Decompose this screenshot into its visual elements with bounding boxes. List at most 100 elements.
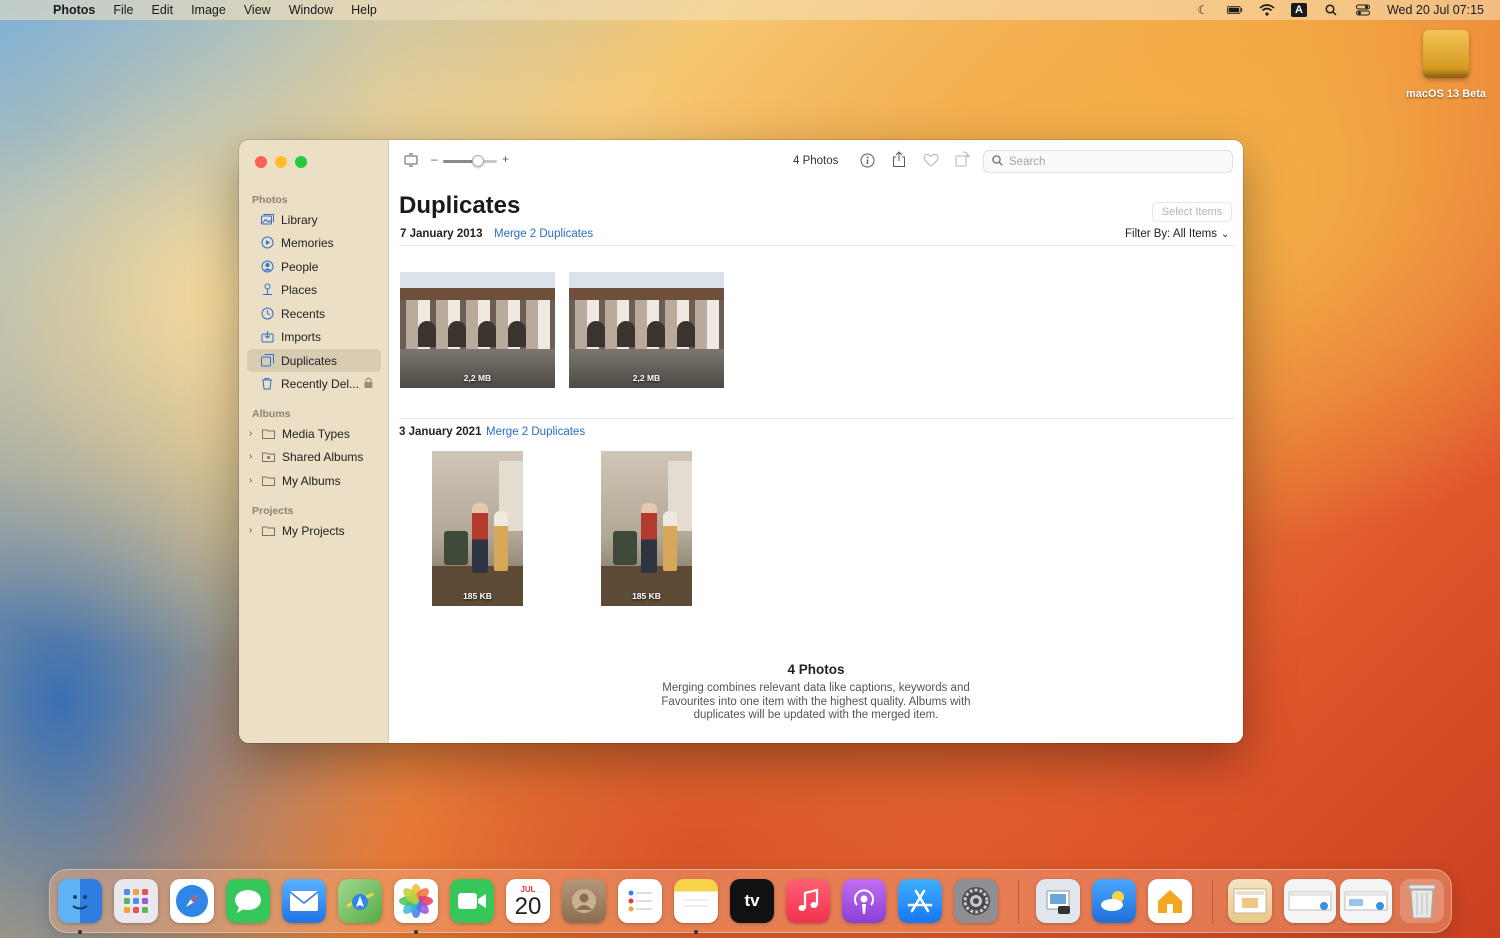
wifi-icon[interactable] (1259, 4, 1275, 16)
zoom-slider[interactable] (443, 155, 497, 167)
merge-duplicates-link[interactable]: Merge 2 Duplicates (494, 228, 593, 240)
menu-file[interactable]: File (104, 3, 142, 17)
sidebar-item-recents[interactable]: Recents (247, 302, 381, 325)
minimized-window-icon[interactable] (1340, 879, 1392, 923)
launchpad-icon[interactable] (114, 879, 158, 923)
sidebar-item-people[interactable]: People (247, 255, 381, 278)
battery-icon[interactable] (1226, 4, 1243, 16)
disclosure-chevron-icon[interactable]: › (249, 475, 259, 486)
photo-thumbnail[interactable]: 2,2 MB (569, 272, 724, 388)
file-size-label: 185 KB (463, 591, 492, 601)
minimize-button[interactable] (275, 156, 287, 168)
home-icon[interactable] (1148, 879, 1192, 923)
notes-icon[interactable] (674, 879, 718, 923)
photo-thumbnail[interactable]: 185 KB (601, 451, 692, 606)
favourite-heart-icon[interactable] (923, 153, 939, 170)
menu-edit[interactable]: Edit (143, 3, 183, 17)
reminders-icon[interactable] (618, 879, 662, 923)
sidebar-item-my-projects[interactable]: › My Projects (247, 519, 381, 542)
zoom-in-label[interactable]: + (502, 152, 509, 166)
main-content: – + 4 Photos Search Duplicates Select It… (389, 140, 1243, 743)
zoom-button[interactable] (295, 156, 307, 168)
zoom-out-label[interactable]: – (431, 152, 438, 166)
sidebar-item-my-albums[interactable]: › My Albums (247, 469, 381, 492)
footer-description: Merging combines relevant data like capt… (661, 682, 971, 721)
desktop-disk[interactable]: macOS 13 Beta (1400, 30, 1492, 100)
hard-drive-icon[interactable] (1423, 30, 1469, 78)
photo-detail (663, 511, 677, 571)
safari-icon[interactable] (170, 879, 214, 923)
running-indicator (414, 930, 418, 934)
photo-detail (448, 320, 466, 347)
minimized-window-icon[interactable] (1228, 879, 1272, 923)
search-input[interactable] (1009, 155, 1209, 168)
minimized-window-icon[interactable] (1284, 879, 1336, 923)
sidebar-item-memories[interactable]: Memories (247, 231, 381, 254)
chevron-down-icon: ⌄ (1221, 229, 1230, 240)
disclosure-chevron-icon[interactable]: › (249, 525, 259, 536)
zoom-slider-knob[interactable] (472, 155, 485, 167)
input-source-icon[interactable]: A (1290, 3, 1307, 17)
sidebar-section-projects: Projects (252, 505, 294, 517)
mail-icon[interactable] (282, 879, 326, 923)
menu-view[interactable]: View (235, 3, 280, 17)
menu-help[interactable]: Help (342, 3, 386, 17)
sidebar-item-imports[interactable]: Imports (247, 325, 381, 348)
trash-bin-icon[interactable] (1400, 879, 1444, 923)
sidebar-item-duplicates[interactable]: Duplicates (247, 349, 381, 372)
sidebar-item-shared-albums[interactable]: › Shared Albums (247, 445, 381, 468)
messages-icon[interactable] (226, 879, 270, 923)
sidebar-item-label: People (281, 259, 319, 274)
select-items-button[interactable]: Select Items (1152, 202, 1232, 222)
disclosure-chevron-icon[interactable]: › (249, 428, 259, 439)
menu-photos[interactable]: Photos (44, 3, 104, 17)
sidebar-item-library[interactable]: Library (247, 208, 381, 231)
menu-window[interactable]: Window (280, 3, 342, 17)
info-icon[interactable] (860, 153, 875, 171)
file-size-label: 2,2 MB (632, 373, 661, 383)
library-icon (260, 213, 274, 227)
clock[interactable]: Wed 20 Jul 07:15 (1387, 3, 1484, 17)
divider (399, 418, 1235, 419)
photo-thumbnail[interactable]: 185 KB (432, 451, 523, 606)
rotate-icon[interactable] (955, 151, 971, 170)
search-field[interactable] (983, 150, 1233, 173)
share-icon[interactable] (892, 151, 906, 171)
filter-label: Filter By: All Items (1125, 228, 1218, 240)
close-button[interactable] (255, 156, 267, 168)
app-store-icon[interactable] (898, 879, 942, 923)
filter-dropdown[interactable]: Filter By: All Items ⌄ (1125, 228, 1229, 240)
finder-icon[interactable] (58, 879, 102, 923)
sidebar-item-recently-deleted[interactable]: Recently Del... (247, 372, 381, 395)
photo-detail (444, 531, 468, 565)
apple-tv-icon[interactable]: tv (730, 879, 774, 923)
preview-icon[interactable] (1036, 879, 1080, 923)
spotlight-search-icon[interactable] (1323, 4, 1339, 16)
control-center-icon[interactable] (1355, 4, 1371, 16)
contacts-icon[interactable] (562, 879, 606, 923)
sidebar-item-label: Imports (281, 329, 322, 344)
slideshow-icon[interactable] (404, 153, 418, 170)
maps-icon[interactable] (338, 879, 382, 923)
facetime-icon[interactable] (450, 879, 494, 923)
sidebar-item-media-types[interactable]: › Media Types (247, 422, 381, 445)
sidebar-item-places[interactable]: Places (247, 278, 381, 301)
menu-image[interactable]: Image (182, 3, 235, 17)
weather-icon[interactable] (1092, 879, 1136, 923)
focus-moon-icon[interactable]: ☾ (1195, 3, 1211, 17)
sidebar-item-label: Media Types (282, 426, 350, 441)
photo-detail (508, 320, 526, 347)
photos-app-icon[interactable] (394, 879, 438, 923)
photo-thumbnail[interactable]: 2,2 MB (400, 272, 555, 388)
music-icon[interactable] (786, 879, 830, 923)
sidebar-item-label: Recently Del... (281, 376, 360, 391)
system-settings-icon[interactable] (954, 879, 998, 923)
disclosure-chevron-icon[interactable]: › (249, 451, 259, 462)
podcasts-icon[interactable] (842, 879, 886, 923)
sidebar-item-label: Shared Albums (282, 449, 364, 464)
merge-duplicates-link[interactable]: Merge 2 Duplicates (486, 426, 585, 438)
sidebar-item-label: Places (281, 282, 318, 297)
photo-detail (472, 503, 488, 573)
calendar-icon[interactable]: JUL 20 (506, 879, 550, 923)
photo-detail (641, 503, 657, 573)
